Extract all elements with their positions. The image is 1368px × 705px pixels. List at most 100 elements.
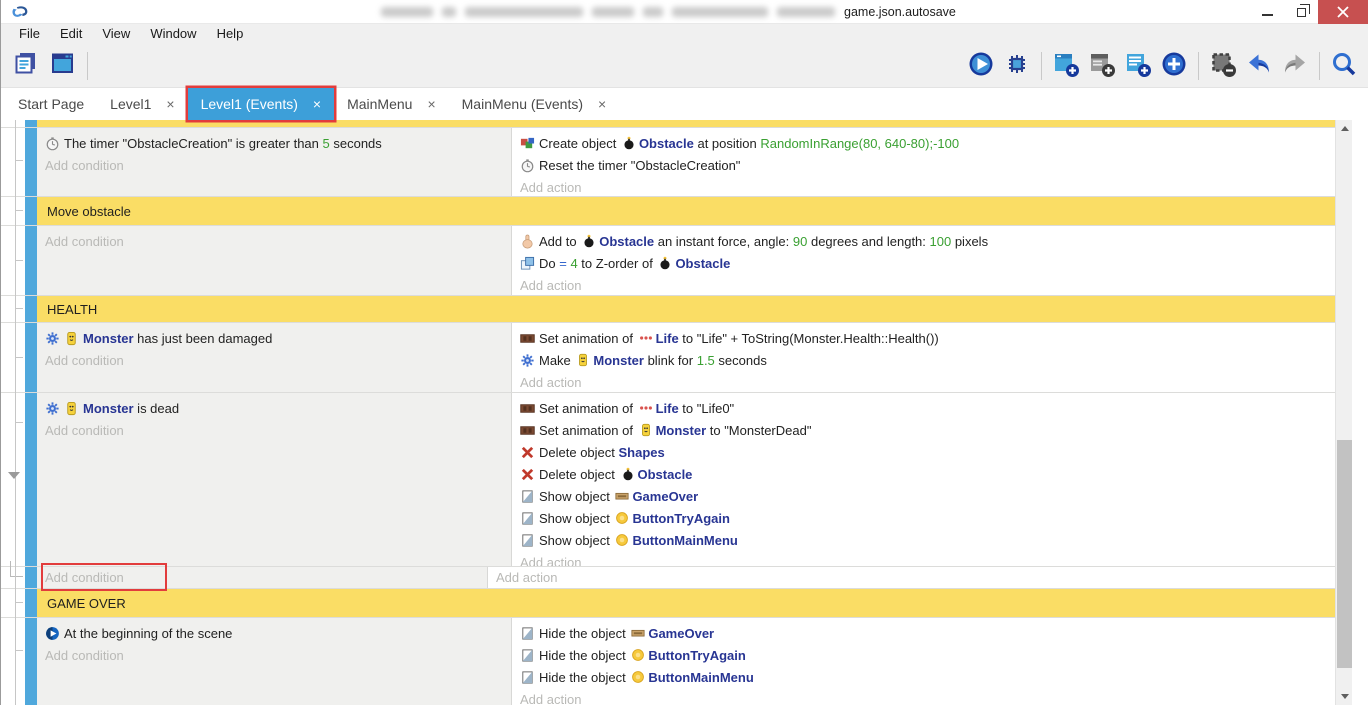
vertical-scrollbar[interactable] [1335,120,1352,705]
add-subevent-button[interactable] [1084,48,1120,84]
tab-mainmenu[interactable]: MainMenu× [334,88,449,120]
conditions-column: Monster has just been damagedAdd conditi… [37,323,512,392]
group-header[interactable]: GAME OVER [37,589,1352,617]
action[interactable]: Reset the timer "ObstacleCreation" [520,155,1344,177]
menu-file[interactable]: File [9,24,50,44]
action[interactable]: Show object GameOver [520,486,1344,508]
scene-editor-button[interactable] [45,48,81,84]
add-action-button[interactable]: Add action [520,552,1344,566]
event-row: At the beginning of the sceneAdd conditi… [1,617,1352,705]
redo-button[interactable] [1277,48,1313,84]
object-name: Life [656,331,679,346]
add-comment-icon [1124,50,1152,81]
tab-level1[interactable]: Level1× [97,88,187,120]
undo-icon [1245,50,1273,81]
toolbar-separator [1319,52,1320,80]
life-icon [639,401,653,415]
restore-button[interactable] [1284,0,1318,24]
add-condition-button[interactable]: Add condition [45,420,503,442]
text-segment: Hide the object [539,626,629,641]
toolbar-separator [1041,52,1042,80]
action[interactable]: Set animation of Life to "Life0" [520,398,1344,420]
action[interactable]: Hide the object ButtonMainMenu [520,667,1344,689]
add-comment-button[interactable] [1120,48,1156,84]
add-other-event-button[interactable] [1156,48,1192,84]
menu-view[interactable]: View [92,24,140,44]
action[interactable]: Make Monster blink for 1.5 seconds [520,350,1344,372]
action[interactable]: Delete object Obstacle [520,464,1344,486]
visibility-icon [520,648,535,663]
text-segment: Add to [539,234,580,249]
scrollbar-up-arrow[interactable] [1336,120,1352,137]
add-condition-button[interactable]: Add condition [45,645,503,667]
add-action-button[interactable]: Add action [520,372,1344,392]
toolbar [1,44,1368,88]
action[interactable]: Add to Obstacle an instant force, angle:… [520,231,1344,253]
undo-button[interactable] [1241,48,1277,84]
group-header[interactable] [37,120,1352,127]
tab-mainmenu-events[interactable]: MainMenu (Events)× [449,88,620,120]
add-action-button[interactable]: Add action [520,689,1344,705]
action[interactable]: Set animation of Monster to "MonsterDead… [520,420,1344,442]
conditions-column: Add condition [37,567,488,588]
tab-close-icon[interactable]: × [313,96,321,112]
scrollbar-thumb[interactable] [1337,440,1352,668]
text-segment: to "Life0" [679,401,735,416]
add-event-button[interactable] [1048,48,1084,84]
add-condition-button[interactable]: Add condition [45,350,503,372]
search-button[interactable] [1326,48,1362,84]
group-label: GAME OVER [47,596,126,611]
button-icon [615,511,629,525]
bomb-icon [582,234,596,248]
action[interactable]: Create object Obstacle at position Rando… [520,133,1344,155]
event-selection-bar [25,589,37,617]
action[interactable]: Hide the object GameOver [520,623,1344,645]
delete-event-button[interactable] [1205,48,1241,84]
add-action-button[interactable]: Add action [496,567,1352,589]
debug-button[interactable] [999,48,1035,84]
add-action-button[interactable]: Add action [520,177,1344,196]
text-segment: Show object [539,533,613,548]
add-condition-button[interactable]: Add condition [45,231,503,253]
tree-tick [15,260,23,261]
text-segment: is dead [134,401,180,416]
event-selection-bar [25,618,37,705]
action[interactable]: Set animation of Life to "Life" + ToStri… [520,328,1344,350]
menu-help[interactable]: Help [207,24,254,44]
close-icon [1337,6,1349,18]
add-condition-button[interactable]: Add condition [45,567,487,589]
up-arrow-icon [1341,126,1349,131]
menu-edit[interactable]: Edit [50,24,92,44]
action[interactable]: Do = 4 to Z-order of Obstacle [520,253,1344,275]
object-name: Obstacle [675,256,730,271]
preview-button[interactable] [963,48,999,84]
condition[interactable]: The timer "ObstacleCreation" is greater … [45,133,503,155]
action[interactable]: Show object ButtonMainMenu [520,530,1344,552]
tab-label: Start Page [18,96,84,112]
tab-level1-events[interactable]: Level1 (Events)× [188,88,334,120]
condition[interactable]: At the beginning of the scene [45,623,503,645]
group-label: HEALTH [47,302,97,317]
tab-start-page[interactable]: Start Page [5,88,97,120]
condition[interactable]: Monster has just been damaged [45,328,503,350]
group-header[interactable]: Move obstacle [37,197,1352,225]
add-condition-button[interactable]: Add condition [45,155,503,177]
close-button[interactable] [1318,0,1368,24]
tab-close-icon[interactable]: × [427,96,435,112]
object-name: Obstacle [639,136,694,151]
behavior-icon [45,401,60,416]
condition[interactable]: Monster is dead [45,398,503,420]
project-manager-button[interactable] [9,48,45,84]
tab-close-icon[interactable]: × [166,96,174,112]
group-header[interactable]: HEALTH [37,296,1352,322]
minimize-button[interactable] [1250,0,1284,24]
scrollbar-down-arrow[interactable] [1336,688,1352,705]
action[interactable]: Hide the object ButtonTryAgain [520,645,1344,667]
menu-window[interactable]: Window [140,24,206,44]
action[interactable]: Show object ButtonTryAgain [520,508,1344,530]
add-action-button[interactable]: Add action [520,275,1344,295]
fold-arrow-icon[interactable] [8,472,20,479]
action[interactable]: Delete object Shapes [520,442,1344,464]
timer-icon [45,136,60,151]
tab-close-icon[interactable]: × [598,96,606,112]
